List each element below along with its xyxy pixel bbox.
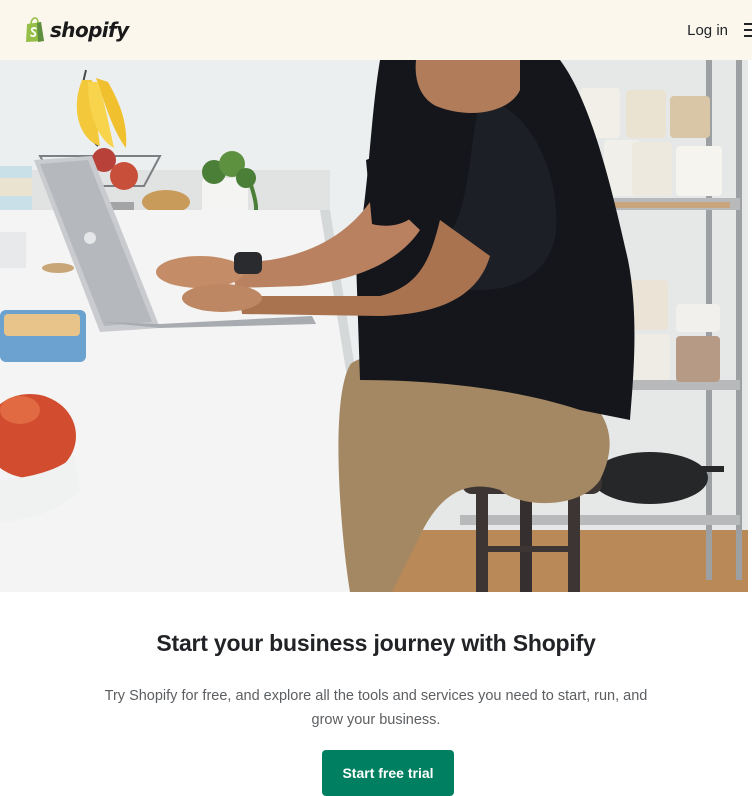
hero-photo-illustration [0, 60, 748, 592]
login-link[interactable]: Log in [687, 22, 728, 39]
top-navigation-bar: shopify Log in [0, 0, 752, 60]
page: shopify Log in Start your business journ… [0, 0, 752, 796]
shopify-wordmark: shopify [50, 18, 129, 42]
shopify-logo-link[interactable]: shopify [24, 17, 129, 43]
hamburger-menu-icon[interactable] [744, 23, 752, 37]
hero-description: Try Shopify for free, and explore all th… [104, 688, 648, 728]
header-actions: Log in [687, 0, 752, 60]
start-free-trial-button[interactable]: Start free trial [322, 750, 454, 796]
hero-photo [0, 60, 748, 592]
shopify-bag-icon [26, 17, 44, 42]
page-headline: Start your business journey with Shopify [156, 630, 596, 656]
